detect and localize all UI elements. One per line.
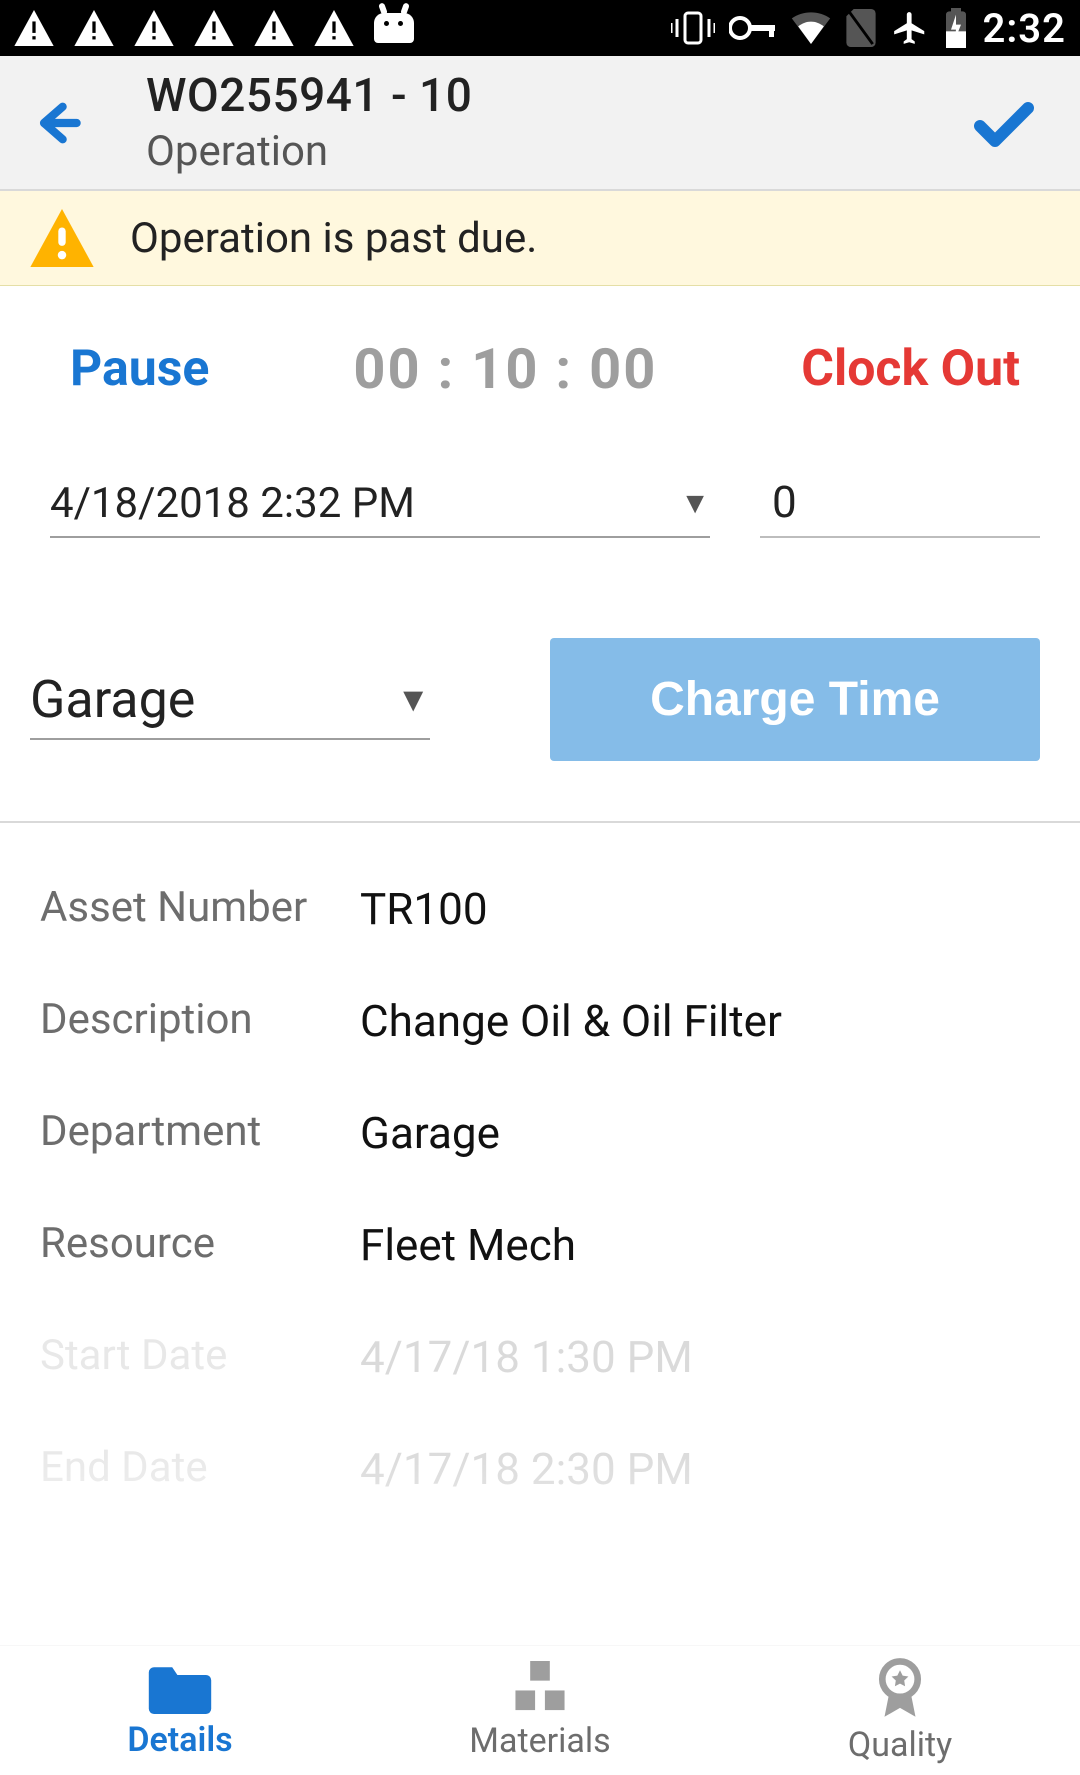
clock-out-button[interactable]: Clock Out: [801, 340, 1020, 398]
statusbar-clock: 2:32: [983, 5, 1066, 52]
blocks-icon: [510, 1661, 570, 1715]
page-subtitle: Operation: [146, 127, 472, 176]
detail-value: TR100: [360, 883, 488, 935]
tab-label: Quality: [848, 1725, 952, 1765]
battery-charging-icon: [943, 8, 969, 48]
elapsed-timer: 00 : 10 : 00: [353, 336, 657, 402]
detail-label: Department: [40, 1107, 360, 1159]
detail-row-description: Description Change Oil & Oil Filter: [40, 965, 1040, 1077]
department-value: Garage: [30, 669, 195, 730]
department-select[interactable]: Garage ▼: [30, 659, 430, 740]
detail-row-start-date: Start Date 4/17/18 1:30 PM: [40, 1301, 1040, 1413]
vpn-key-icon: [729, 15, 777, 41]
award-ribbon-icon: [872, 1657, 928, 1719]
past-due-banner: Operation is past due.: [0, 191, 1080, 286]
airplane-mode-icon: [891, 9, 929, 47]
tab-quality[interactable]: Quality: [720, 1646, 1080, 1775]
no-sim-icon: [845, 9, 877, 47]
tab-details[interactable]: Details: [0, 1646, 360, 1775]
detail-label: Asset Number: [40, 883, 360, 935]
scroll-fade: [0, 1445, 1080, 1645]
folder-icon: [148, 1662, 212, 1714]
wifi-icon: [791, 12, 831, 44]
pause-button[interactable]: Pause: [70, 340, 209, 398]
detail-row-resource: Resource Fleet Mech: [40, 1189, 1040, 1301]
hours-input[interactable]: 0: [760, 462, 1040, 538]
android-statusbar: 2:32: [0, 0, 1080, 56]
datetime-select[interactable]: 4/18/2018 2:32 PM ▼: [50, 465, 710, 538]
android-debug-icon: [374, 13, 414, 43]
notification-warning-icon: [14, 10, 54, 46]
back-button[interactable]: [30, 95, 86, 151]
confirm-button[interactable]: [968, 87, 1060, 159]
notification-warning-icon: [74, 10, 114, 46]
chevron-down-icon: ▼: [680, 486, 710, 521]
notification-warning-icon: [194, 10, 234, 46]
notification-warning-icon: [254, 10, 294, 46]
warning-icon: [30, 209, 94, 267]
datetime-value: 4/18/2018 2:32 PM: [50, 479, 415, 528]
detail-label: Resource: [40, 1219, 360, 1271]
detail-row-department: Department Garage: [40, 1077, 1040, 1189]
detail-label: Description: [40, 995, 360, 1047]
detail-value: Fleet Mech: [360, 1219, 576, 1271]
detail-value: Change Oil & Oil Filter: [360, 995, 782, 1047]
detail-value: Garage: [360, 1107, 500, 1159]
banner-message: Operation is past due.: [130, 214, 537, 263]
charge-time-button[interactable]: Charge Time: [550, 638, 1040, 761]
notification-warning-icon: [134, 10, 174, 46]
tab-label: Details: [127, 1720, 232, 1760]
bottom-tab-bar: Details Materials Quality: [0, 1645, 1080, 1775]
detail-label: Start Date: [40, 1331, 360, 1383]
detail-row-asset-number: Asset Number TR100: [40, 853, 1040, 965]
detail-value: 4/17/18 1:30 PM: [360, 1331, 693, 1383]
vibrate-icon: [671, 11, 715, 45]
app-header: WO255941 - 10 Operation: [0, 56, 1080, 191]
notification-warning-icon: [314, 10, 354, 46]
tab-label: Materials: [469, 1721, 610, 1761]
page-title: WO255941 - 10: [146, 69, 472, 123]
chevron-down-icon: ▼: [396, 680, 430, 720]
tab-materials[interactable]: Materials: [360, 1646, 720, 1775]
